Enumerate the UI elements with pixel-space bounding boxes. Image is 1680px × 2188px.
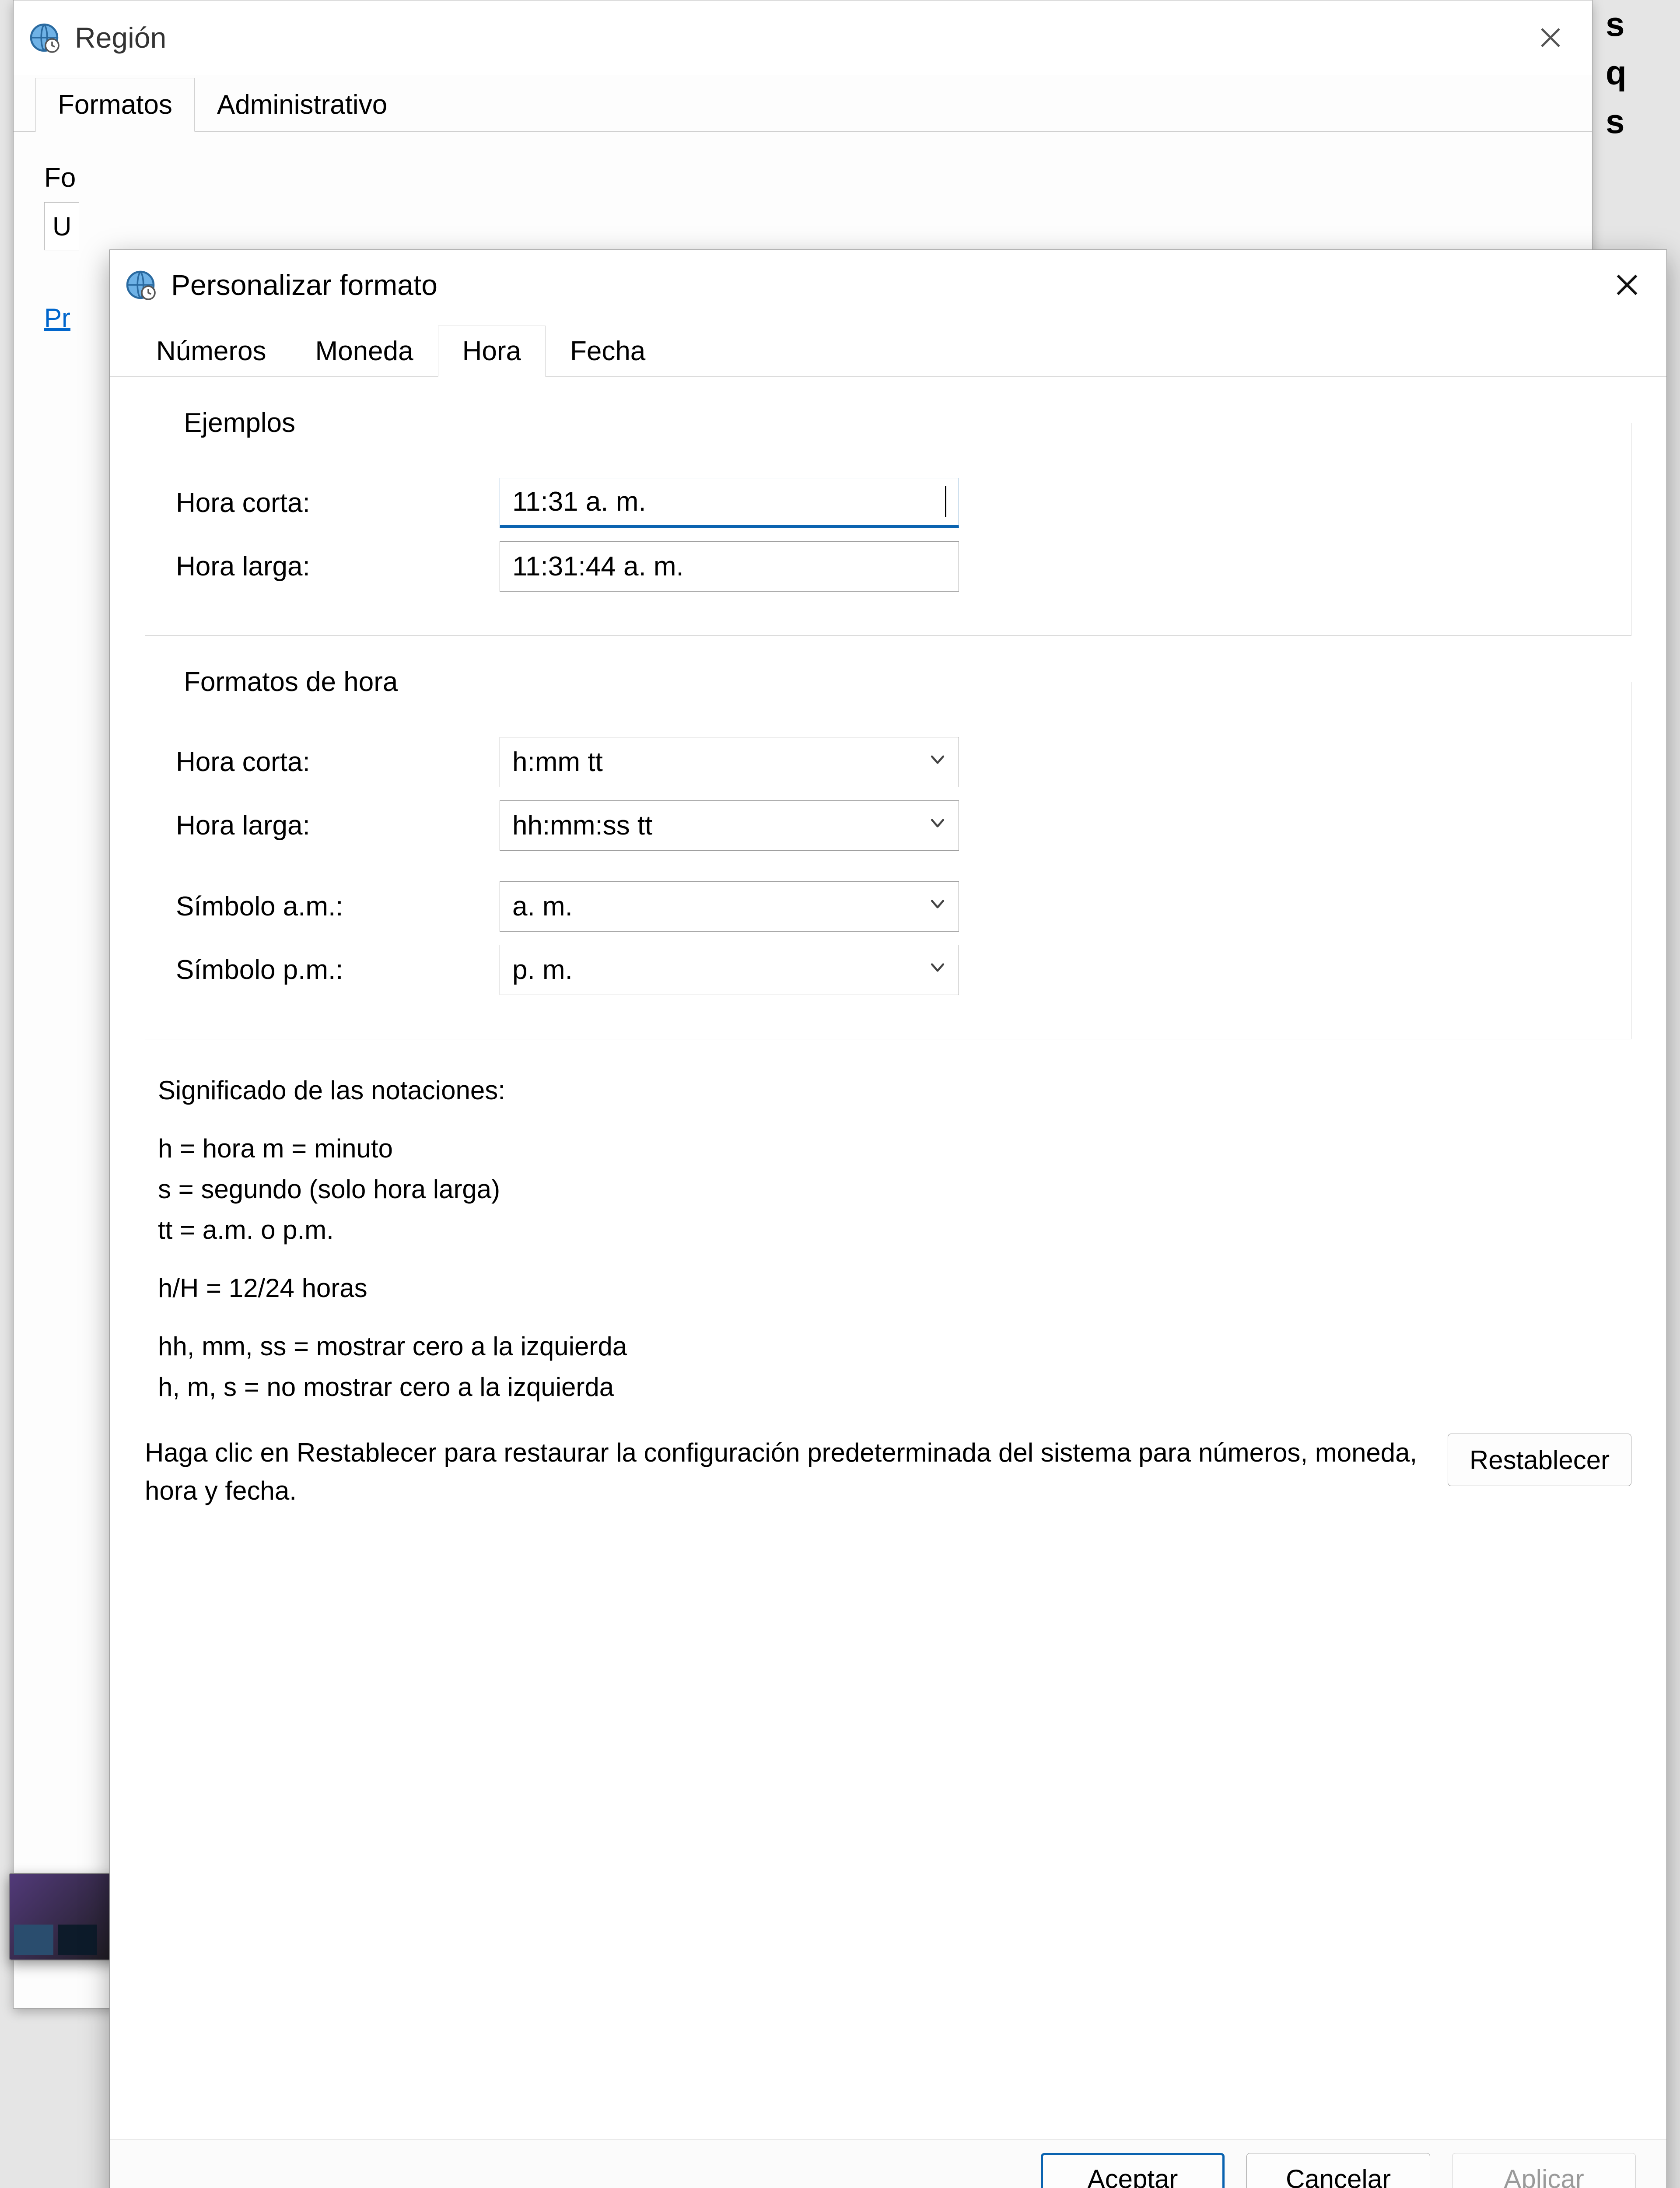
- region-format-label-clipped: Fo: [44, 162, 1566, 193]
- long-time-format-label: Hora larga:: [176, 810, 500, 841]
- globe-clock-icon: [123, 267, 158, 302]
- tab-administrative[interactable]: Administrativo: [195, 78, 410, 132]
- tab-numbers[interactable]: Números: [132, 326, 291, 377]
- tab-date[interactable]: Fecha: [546, 326, 670, 377]
- notation-title: Significado de las notaciones:: [158, 1070, 1120, 1111]
- customize-titlebar[interactable]: Personalizar formato: [110, 250, 1666, 320]
- pm-symbol-label: Símbolo p.m.:: [176, 954, 500, 985]
- tab-currency[interactable]: Moneda: [291, 326, 438, 377]
- pm-symbol-value: p. m.: [512, 954, 573, 985]
- notation-line: h/H = 12/24 horas: [158, 1268, 1120, 1308]
- notation-line: hh, mm, ss = mostrar cero a la izquierda: [158, 1326, 1120, 1367]
- am-symbol-value: a. m.: [512, 891, 573, 922]
- chevron-down-icon: [928, 894, 947, 919]
- customize-tabs: Números Moneda Hora Fecha: [110, 320, 1666, 377]
- am-symbol-combo[interactable]: a. m.: [500, 881, 959, 932]
- short-time-example-value: 11:31 a. m.: [512, 486, 646, 517]
- examples-group: Ejemplos Hora corta: 11:31 a. m. Hora la…: [145, 407, 1631, 636]
- chevron-down-icon: [928, 958, 947, 982]
- short-time-format-label: Hora corta:: [176, 747, 500, 778]
- time-formats-legend: Formatos de hora: [176, 666, 406, 698]
- long-time-format-value: hh:mm:ss tt: [512, 810, 652, 841]
- short-time-format-combo[interactable]: h:mm tt: [500, 737, 959, 787]
- background-clipped-text: s q s: [1597, 0, 1680, 146]
- long-time-example-field[interactable]: 11:31:44 a. m.: [500, 541, 959, 592]
- apply-button[interactable]: Aplicar: [1452, 2153, 1636, 2188]
- region-close-button[interactable]: [1522, 18, 1579, 57]
- customize-format-dialog: Personalizar formato Números Moneda Hora…: [109, 249, 1667, 2188]
- pm-symbol-combo[interactable]: p. m.: [500, 945, 959, 995]
- tab-formats[interactable]: Formatos: [35, 78, 195, 132]
- notation-line: tt = a.m. o p.m.: [158, 1210, 1120, 1250]
- globe-clock-icon: [27, 20, 62, 55]
- close-icon: [1613, 271, 1641, 299]
- time-formats-group: Formatos de hora Hora corta: h:mm tt Hor…: [145, 666, 1631, 1039]
- short-time-format-value: h:mm tt: [512, 747, 603, 778]
- close-icon: [1537, 25, 1564, 51]
- customize-close-button[interactable]: [1601, 263, 1653, 307]
- ok-button[interactable]: Aceptar: [1041, 2153, 1225, 2188]
- notation-line: h = hora m = minuto: [158, 1128, 1120, 1169]
- reset-button[interactable]: Restablecer: [1448, 1434, 1631, 1486]
- notation-line: h, m, s = no mostrar cero a la izquierda: [158, 1367, 1120, 1407]
- notation-line: s = segundo (solo hora larga): [158, 1169, 1120, 1210]
- region-format-combo-clipped[interactable]: U: [44, 202, 79, 250]
- region-titlebar[interactable]: Región: [14, 0, 1592, 75]
- cancel-button[interactable]: Cancelar: [1246, 2153, 1430, 2188]
- reset-row: Haga clic en Restablecer para restaurar …: [145, 1434, 1631, 1510]
- am-symbol-label: Símbolo a.m.:: [176, 891, 500, 922]
- long-time-format-combo[interactable]: hh:mm:ss tt: [500, 800, 959, 851]
- notation-explanation: Significado de las notaciones: h = hora …: [158, 1070, 1120, 1407]
- short-time-example-field[interactable]: 11:31 a. m.: [500, 478, 959, 528]
- reset-description: Haga clic en Restablecer para restaurar …: [145, 1434, 1421, 1510]
- region-tabs: Formatos Administrativo: [14, 75, 1592, 132]
- long-time-example-label: Hora larga:: [176, 551, 500, 582]
- short-time-example-label: Hora corta:: [176, 487, 500, 519]
- chevron-down-icon: [928, 813, 947, 838]
- examples-legend: Ejemplos: [176, 407, 303, 438]
- customize-body: Ejemplos Hora corta: 11:31 a. m. Hora la…: [110, 377, 1666, 2139]
- dialog-button-bar: Aceptar Cancelar Aplicar: [110, 2139, 1666, 2188]
- region-window-title: Región: [75, 21, 1522, 54]
- tab-time[interactable]: Hora: [438, 326, 546, 377]
- long-time-example-value: 11:31:44 a. m.: [512, 551, 684, 582]
- customize-window-title: Personalizar formato: [171, 268, 1601, 302]
- chevron-down-icon: [928, 750, 947, 775]
